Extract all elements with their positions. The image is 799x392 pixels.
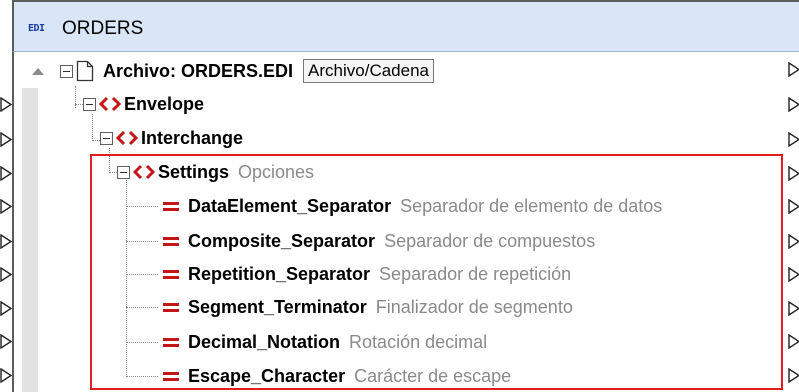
- input-port-icon[interactable]: [0, 97, 13, 112]
- output-port-icon[interactable]: [788, 132, 799, 147]
- output-port-icon[interactable]: [788, 234, 799, 249]
- collapse-box-icon[interactable]: [60, 64, 73, 78]
- tree-node-interchange[interactable]: Interchange: [100, 123, 243, 153]
- input-port-icon[interactable]: [0, 301, 13, 316]
- input-port-icon[interactable]: [0, 199, 13, 214]
- input-port-icon[interactable]: [0, 368, 13, 383]
- element-icon: [99, 96, 121, 112]
- output-port-icon[interactable]: [788, 334, 799, 349]
- output-port-icon[interactable]: [788, 199, 799, 214]
- output-port-icon[interactable]: [788, 97, 799, 112]
- root-file-label: Archivo: ORDERS.EDI: [103, 60, 294, 81]
- node-name: Envelope: [124, 93, 205, 114]
- tree-connector: [75, 104, 83, 105]
- tree-node-envelope[interactable]: Envelope: [83, 89, 204, 119]
- component-title: ORDERS: [62, 18, 144, 39]
- settings-highlight-box: [90, 154, 783, 390]
- vertical-scrollbar[interactable]: [22, 88, 38, 392]
- input-port-icon[interactable]: [0, 166, 13, 181]
- mapping-component: EDI ORDERS Archivo: ORDERS.EDI Archivo/C…: [0, 0, 799, 392]
- input-port-icon[interactable]: [0, 334, 13, 349]
- root-file-node[interactable]: Archivo: ORDERS.EDI Archivo/Cadena: [30, 56, 434, 86]
- file-icon: [76, 60, 94, 82]
- input-port-icon[interactable]: [0, 132, 13, 147]
- input-port-icon[interactable]: [0, 267, 13, 282]
- file-string-button[interactable]: Archivo/Cadena: [303, 59, 434, 83]
- node-name: Interchange: [141, 127, 244, 148]
- input-port-icon[interactable]: [0, 234, 13, 249]
- output-port-icon[interactable]: [788, 301, 799, 316]
- output-port-icon[interactable]: [788, 62, 799, 77]
- collapse-box-icon[interactable]: [100, 131, 113, 145]
- output-port-icon[interactable]: [788, 267, 799, 282]
- tree-connector: [92, 140, 100, 141]
- output-port-icon[interactable]: [788, 166, 799, 181]
- edi-icon: EDI: [28, 23, 45, 34]
- component-title-bar[interactable]: EDI ORDERS: [12, 0, 799, 52]
- output-port-icon[interactable]: [788, 368, 799, 383]
- collapse-arrow-icon[interactable]: [30, 65, 46, 77]
- element-icon: [116, 130, 138, 146]
- collapse-box-icon[interactable]: [83, 97, 96, 111]
